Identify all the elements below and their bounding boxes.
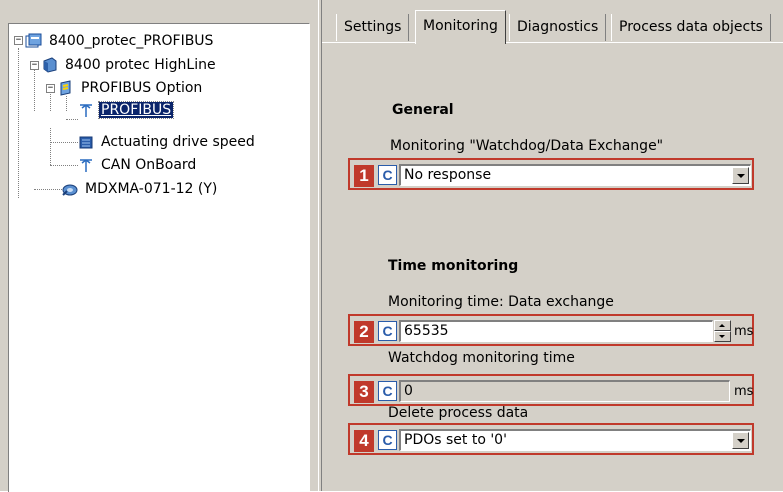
properties-pane: Settings Monitoring Diagnostics Process … xyxy=(322,0,783,491)
collapse-toggle[interactable]: − xyxy=(14,36,23,45)
tree-pane: − − − 8400_protec_PROFIBUS 8400 protec H… xyxy=(0,0,318,492)
tab-monitoring[interactable]: Monitoring xyxy=(415,10,506,44)
data-exchange-label: Monitoring time: Data exchange xyxy=(388,294,614,310)
watchdog-dropdown[interactable]: No response xyxy=(399,164,751,186)
unit-label: ms xyxy=(734,324,754,339)
tree-item-application[interactable]: Actuating drive speed xyxy=(77,132,257,152)
tree-item-label: PROFIBUS xyxy=(97,101,175,119)
project-tree[interactable]: − − − 8400_protec_PROFIBUS 8400 protec H… xyxy=(8,23,310,492)
chevron-down-icon[interactable] xyxy=(732,167,749,184)
callout-4: 4 C PDOs set to '0' xyxy=(348,423,754,455)
data-exchange-spinner[interactable] xyxy=(714,320,731,342)
spin-down-icon[interactable] xyxy=(714,331,731,342)
section-time-monitoring-title: Time monitoring xyxy=(388,258,519,274)
collapse-toggle[interactable]: − xyxy=(30,61,39,70)
c-button[interactable]: C xyxy=(378,381,397,401)
callout-2: 2 C 65535 ms xyxy=(348,314,754,346)
callout-badge: 1 xyxy=(354,165,374,187)
delete-process-data-dropdown[interactable]: PDOs set to '0' xyxy=(399,429,751,451)
tree-line xyxy=(50,128,51,165)
callout-badge: 3 xyxy=(354,381,374,403)
project-icon xyxy=(25,33,43,49)
tree-item-label: MDXMA-071-12 (Y) xyxy=(85,181,218,197)
delete-process-data-label: Delete process data xyxy=(388,405,529,421)
callout-3: 3 C 0 ms xyxy=(348,374,754,406)
tree-item-label: 8400_protec_PROFIBUS xyxy=(49,33,214,49)
spin-up-icon[interactable] xyxy=(714,320,731,331)
watchdog-dropdown-value: No response xyxy=(404,167,492,183)
chevron-down-icon[interactable] xyxy=(732,432,749,449)
watchdog-label: Monitoring "Watchdog/Data Exchange" xyxy=(390,138,664,154)
tree-line xyxy=(34,189,62,190)
option-module-icon xyxy=(57,80,75,96)
tab-strip: Settings Monitoring Diagnostics Process … xyxy=(322,10,783,44)
tree-line xyxy=(50,165,78,166)
tree-line xyxy=(66,96,67,111)
tree-item-project[interactable]: 8400_protec_PROFIBUS xyxy=(25,31,215,51)
tab-diagnostics[interactable]: Diagnostics xyxy=(509,14,607,41)
tab-process-data-objects[interactable]: Process data objects xyxy=(611,14,771,41)
tree-item-device[interactable]: 8400 protec HighLine xyxy=(41,55,218,75)
application-icon xyxy=(77,134,95,150)
callout-badge: 4 xyxy=(354,430,374,452)
callout-badge: 2 xyxy=(354,321,374,343)
bus-antenna-icon xyxy=(77,102,95,118)
tree-item-label: PROFIBUS Option xyxy=(81,80,203,96)
c-button[interactable]: C xyxy=(378,430,397,450)
watchdog-time-input: 0 xyxy=(399,380,730,402)
tree-line xyxy=(18,48,19,198)
device-icon xyxy=(41,57,59,73)
collapse-toggle[interactable]: − xyxy=(46,84,55,93)
tree-item-can-onboard[interactable]: CAN OnBoard xyxy=(77,155,198,175)
watchdog-time-label: Watchdog monitoring time xyxy=(388,350,575,366)
unit-label: ms xyxy=(734,384,754,399)
bus-antenna-icon xyxy=(77,157,95,173)
c-button[interactable]: C xyxy=(378,165,397,185)
tree-line xyxy=(50,90,51,111)
tree-item-profibus[interactable]: PROFIBUS xyxy=(77,100,175,120)
watchdog-time-value: 0 xyxy=(404,383,413,399)
tree-item-label: Actuating drive speed xyxy=(101,134,255,150)
c-button[interactable]: C xyxy=(378,321,397,341)
data-exchange-input[interactable]: 65535 xyxy=(399,320,713,342)
motor-icon xyxy=(61,181,79,197)
tree-item-option[interactable]: PROFIBUS Option xyxy=(57,78,204,98)
tree-line xyxy=(34,69,35,111)
data-exchange-value: 65535 xyxy=(404,323,449,339)
callout-1: 1 C No response xyxy=(348,158,754,190)
tree-item-label: CAN OnBoard xyxy=(101,157,197,173)
tree-item-motor[interactable]: MDXMA-071-12 (Y) xyxy=(61,179,219,199)
tab-settings[interactable]: Settings xyxy=(336,14,410,41)
section-general-title: General xyxy=(392,102,454,118)
tree-item-label: 8400 protec HighLine xyxy=(65,57,216,73)
tree-line xyxy=(50,142,78,143)
delete-process-data-value: PDOs set to '0' xyxy=(404,432,507,448)
